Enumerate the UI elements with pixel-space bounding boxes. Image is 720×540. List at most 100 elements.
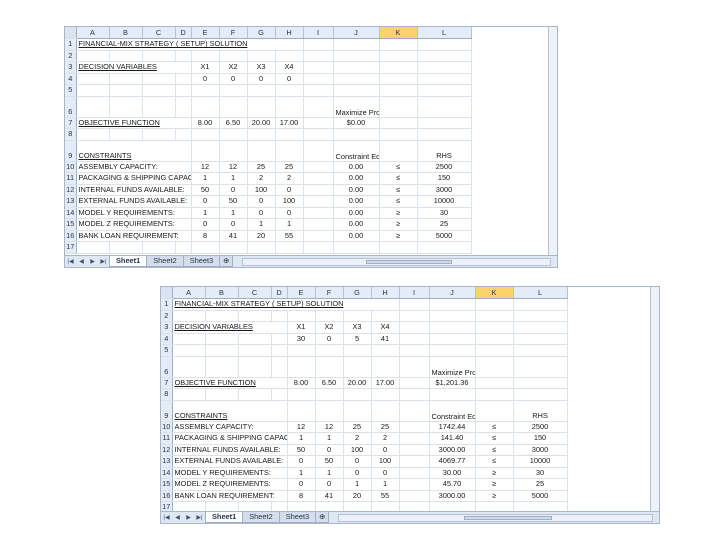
cell[interactable] [275,140,304,162]
cell[interactable] [513,333,568,345]
cell[interactable] [399,421,430,433]
column-header-g[interactable]: G [343,287,372,299]
cell[interactable] [333,128,380,141]
cell[interactable] [275,96,304,118]
rhs-value[interactable]: 25 [513,478,568,491]
cell[interactable] [238,333,272,345]
constraint-coeff[interactable]: 20 [247,230,276,242]
constraint-coeff[interactable]: 0 [315,478,344,491]
cell[interactable] [238,310,272,322]
constraint-coeff[interactable]: 0 [191,195,220,208]
cell[interactable] [191,128,220,141]
row-header-13[interactable]: 13 [161,455,173,468]
objective-coeff-4[interactable]: 17.00 [371,377,400,389]
profit-value[interactable]: $1,201.36 [429,377,476,389]
cell[interactable] [142,84,176,97]
constraint-value[interactable]: 0.00 [333,230,380,242]
rhs-value[interactable]: 2500 [417,161,472,173]
row-header-14[interactable]: 14 [161,467,173,479]
cell[interactable] [191,50,220,62]
row-header-2[interactable]: 2 [161,310,173,322]
column-header-i[interactable]: I [399,287,430,299]
cell[interactable] [475,356,514,378]
cell[interactable] [175,73,192,85]
constraint-sign[interactable]: ≥ [475,490,514,502]
cell[interactable] [109,128,143,141]
constraint-coeff[interactable]: 12 [191,161,220,173]
row-header-4[interactable]: 4 [161,333,173,345]
rhs-value[interactable]: 5000 [513,490,568,502]
select-all-corner[interactable] [161,287,173,299]
constraint-equations-header[interactable]: Constraint Equations [333,140,380,162]
cell[interactable] [172,344,206,357]
cell[interactable] [429,310,476,322]
constraint-coeff[interactable]: 55 [275,230,304,242]
constraint-value[interactable]: 141.40 [429,432,476,445]
cell[interactable] [303,61,334,74]
var-value-1[interactable]: 0 [191,73,220,85]
row-header-1[interactable]: 1 [161,298,173,311]
cell[interactable] [76,84,110,97]
row-header-5[interactable]: 5 [161,344,173,357]
column-header-a[interactable]: A [76,27,110,39]
constraint-label[interactable]: MODEL Z REQUIREMENTS: [172,478,288,491]
rhs-value[interactable]: 10000 [513,455,568,468]
constraint-label[interactable]: EXTERNAL FUNDS AVAILABLE: [76,195,192,208]
cell[interactable] [109,96,143,118]
cell[interactable] [333,73,380,85]
row-header-14[interactable]: 14 [65,207,77,219]
vertical-scrollbar[interactable] [548,27,557,255]
column-header-g[interactable]: G [247,27,276,39]
cell[interactable] [379,38,418,51]
tab-sheet1[interactable]: Sheet1 [109,256,148,267]
sheet-title[interactable]: FINANCIAL-MIX STRATEGY ( SETUP) SOLUTION [76,38,304,51]
cell[interactable] [271,310,288,322]
row-header-2[interactable]: 2 [65,50,77,62]
rhs-value[interactable]: 2500 [513,421,568,433]
column-header-j[interactable]: J [333,27,380,39]
column-header-k[interactable]: K [379,27,418,39]
last-sheet-icon[interactable]: ▶| [194,514,205,521]
constraint-value[interactable]: 4069.77 [429,455,476,468]
cell[interactable] [429,388,476,401]
cell[interactable] [371,310,400,322]
prev-sheet-icon[interactable]: ◀ [172,514,183,521]
tab-sheet3[interactable]: Sheet3 [182,256,221,267]
constraint-coeff[interactable]: 0 [343,467,372,479]
rhs-value[interactable]: 25 [417,218,472,231]
cell[interactable] [175,84,192,97]
cell[interactable] [142,241,176,254]
row-header-8[interactable]: 8 [65,128,77,141]
constraint-sign[interactable]: ≥ [379,207,418,219]
cell[interactable] [191,96,220,118]
cell[interactable] [76,128,110,141]
row-header-6[interactable]: 6 [65,96,77,118]
cell[interactable] [417,50,472,62]
cell[interactable] [315,310,344,322]
constraint-value[interactable]: 0.00 [333,172,380,185]
constraint-coeff[interactable]: 100 [275,195,304,208]
cell[interactable] [333,61,380,74]
cell[interactable] [371,344,400,357]
cell[interactable] [175,50,192,62]
decision-variables-label[interactable]: DECISION VARIABLES [172,321,288,334]
horizontal-scrollbar[interactable] [242,257,551,266]
cell[interactable] [371,388,400,401]
cell[interactable] [513,310,568,322]
row-header-9[interactable]: 9 [161,400,173,422]
row-header-10[interactable]: 10 [65,161,77,173]
constraint-coeff[interactable]: 50 [219,195,248,208]
column-header-j[interactable]: J [429,287,476,299]
cell[interactable] [175,128,192,141]
cell[interactable] [271,333,288,345]
row-header-16[interactable]: 16 [65,230,77,242]
cell[interactable] [333,84,380,97]
row-header-12[interactable]: 12 [161,444,173,456]
constraint-coeff[interactable]: 8 [191,230,220,242]
var-value-3[interactable]: 0 [247,73,276,85]
row-header-13[interactable]: 13 [65,195,77,208]
constraint-label[interactable]: MODEL Z REQUIREMENTS: [76,218,192,231]
cell[interactable] [219,128,248,141]
constraint-coeff[interactable]: 1 [275,218,304,231]
cell[interactable] [287,356,316,378]
